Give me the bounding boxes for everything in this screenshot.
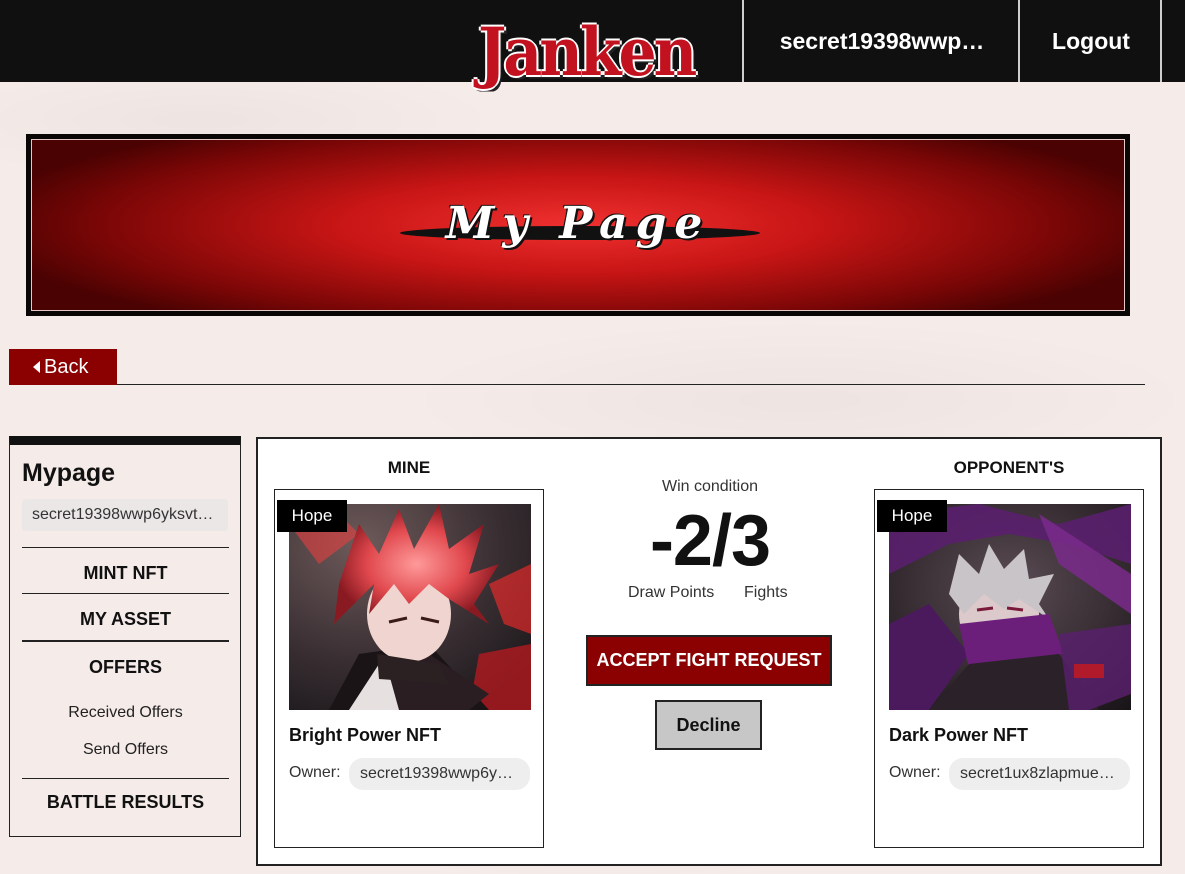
sidebar-item-my-asset[interactable]: MY ASSET xyxy=(22,609,229,630)
dark-power-character-image xyxy=(889,504,1131,710)
nft-tag-badge: Hope xyxy=(877,500,947,532)
owner-address: secret1ux8zlapmue… xyxy=(949,758,1130,790)
sidebar-item-battle-results[interactable]: BATTLE RESULTS xyxy=(22,792,229,813)
header-divider xyxy=(1018,0,1020,82)
win-condition-label: Win condition xyxy=(661,478,759,495)
my-nft-card[interactable]: Hope Bright Power NFT Owner: secret19398… xyxy=(274,489,544,848)
nft-tag-badge: Hope xyxy=(277,500,347,532)
opponent-nft-card[interactable]: Hope Dark Power NFT Owner: secret1ux8zla… xyxy=(874,489,1144,848)
caret-left-icon xyxy=(33,361,40,373)
nft-name: Dark Power NFT xyxy=(889,725,1029,745)
janken-logo[interactable]: Janken xyxy=(478,10,697,96)
page-title: My Page xyxy=(445,198,711,249)
accept-fight-request-button[interactable]: ACCEPT FIGHT REQUEST xyxy=(586,635,832,686)
sidebar-divider xyxy=(22,547,229,548)
page-banner: My Page xyxy=(26,134,1130,316)
opponent-heading: OPPONENT'S xyxy=(953,458,1065,477)
sidebar-divider xyxy=(22,593,229,594)
back-button[interactable]: Back xyxy=(9,349,117,385)
sidebar-item-offers[interactable]: OFFERS xyxy=(22,657,229,678)
owner-label: Owner: xyxy=(289,764,341,781)
decline-button[interactable]: Decline xyxy=(655,700,762,750)
mypage-sidebar: Mypage secret19398wwp6yksvt… MINT NFT MY… xyxy=(9,436,241,837)
sidebar-title: Mypage xyxy=(22,459,116,487)
nft-image xyxy=(289,504,531,710)
win-condition-score: -2/3 xyxy=(649,501,771,581)
owner-label: Owner: xyxy=(889,764,941,781)
fights-label: Fights xyxy=(744,584,788,601)
sidebar-divider xyxy=(22,778,229,779)
nft-name: Bright Power NFT xyxy=(289,725,441,745)
sidebar-item-received-offers[interactable]: Received Offers xyxy=(22,704,229,722)
header-divider xyxy=(742,0,744,82)
mine-heading: MINE xyxy=(387,458,431,477)
sidebar-item-send-offers[interactable]: Send Offers xyxy=(22,741,229,759)
draw-points-label: Draw Points xyxy=(628,584,715,601)
header-user-address[interactable]: secret19398wwp… xyxy=(745,0,1019,82)
owner-address: secret19398wwp6y… xyxy=(349,758,530,790)
back-label: Back xyxy=(44,355,89,378)
top-header: Janken secret19398wwp… Logout xyxy=(0,0,1185,91)
header-divider xyxy=(1160,0,1162,82)
nft-image xyxy=(889,504,1131,710)
logout-button[interactable]: Logout xyxy=(1021,0,1161,82)
banner-inner: My Page xyxy=(31,139,1125,311)
sidebar-address: secret19398wwp6yksvt… xyxy=(22,499,228,531)
bright-power-character-image xyxy=(289,504,531,710)
sidebar-divider xyxy=(22,640,229,642)
sidebar-item-mint-nft[interactable]: MINT NFT xyxy=(22,563,229,584)
section-divider xyxy=(117,384,1145,385)
